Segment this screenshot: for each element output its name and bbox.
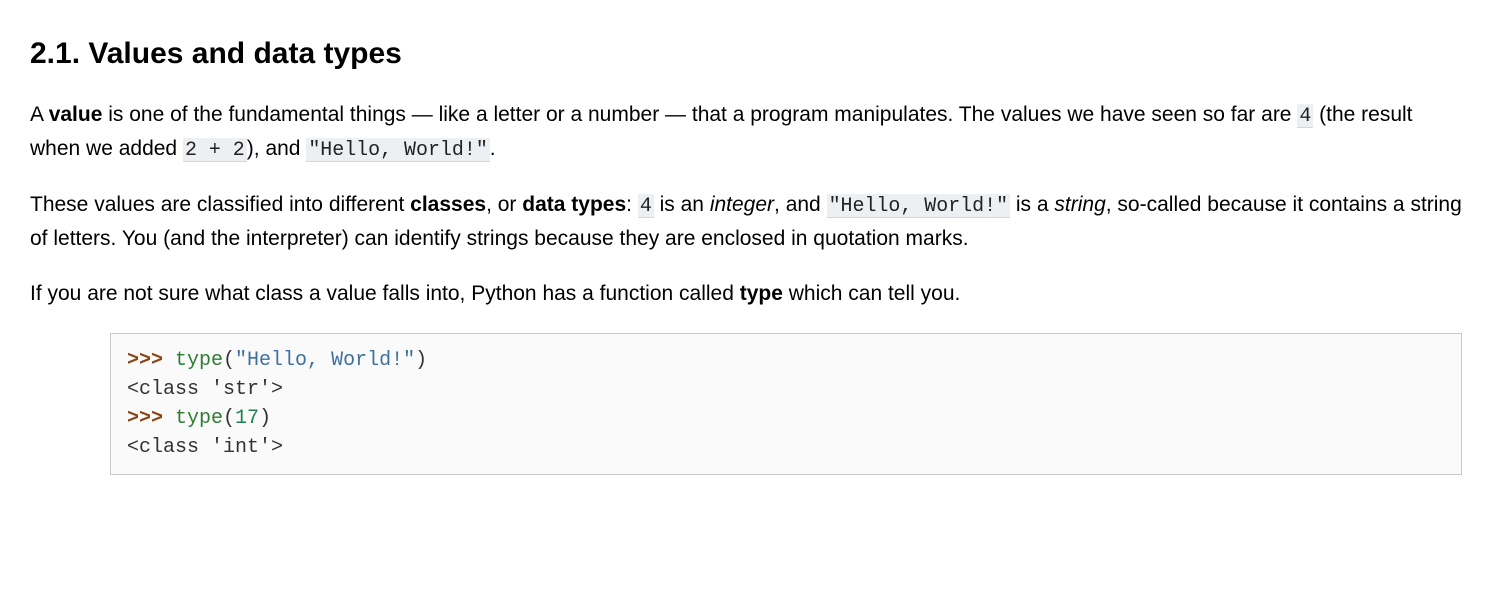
em-integer: integer: [710, 193, 774, 216]
text: ), and: [247, 137, 307, 160]
bold-value: value: [49, 103, 103, 126]
repl-prompt: >>>: [127, 407, 175, 430]
paragraph-3: If you are not sure what class a value f…: [30, 277, 1462, 311]
bold-classes: classes: [410, 193, 486, 216]
text: is a: [1010, 193, 1054, 216]
text: If you are not sure what class a value f…: [30, 282, 740, 305]
inline-code-hello-world: "Hello, World!": [827, 194, 1010, 218]
text: which can tell you.: [783, 282, 960, 305]
keyword-type: type: [175, 407, 223, 430]
inline-code-2-plus-2: 2 + 2: [183, 138, 247, 162]
text: , or: [486, 193, 522, 216]
text: is an: [654, 193, 710, 216]
code-block: >>> type("Hello, World!") <class 'str'> …: [110, 333, 1462, 475]
text: :: [626, 193, 638, 216]
paren-open: (: [223, 349, 235, 372]
number-literal: 17: [235, 407, 259, 430]
em-string: string: [1054, 193, 1105, 216]
keyword-type: type: [175, 349, 223, 372]
text: is one of the fundamental things — like …: [102, 103, 1297, 126]
inline-code-hello-world: "Hello, World!": [306, 138, 489, 162]
paragraph-2: These values are classified into differe…: [30, 188, 1462, 256]
text: These values are classified into differe…: [30, 193, 410, 216]
paren-open: (: [223, 407, 235, 430]
text: , and: [774, 193, 827, 216]
paragraph-1: A value is one of the fundamental things…: [30, 98, 1462, 166]
bold-data-types: data types: [522, 193, 626, 216]
bold-type: type: [740, 282, 783, 305]
text: .: [490, 137, 496, 160]
inline-code-4: 4: [1297, 104, 1313, 128]
section-heading: 2.1. Values and data types: [30, 30, 1462, 78]
paren-close: ): [259, 407, 271, 430]
string-literal: "Hello, World!": [235, 349, 415, 372]
text: A: [30, 103, 49, 126]
paren-close: ): [415, 349, 427, 372]
output-line: <class 'str'>: [127, 378, 283, 401]
output-line: <class 'int'>: [127, 436, 283, 459]
repl-prompt: >>>: [127, 349, 175, 372]
inline-code-4: 4: [638, 194, 654, 218]
